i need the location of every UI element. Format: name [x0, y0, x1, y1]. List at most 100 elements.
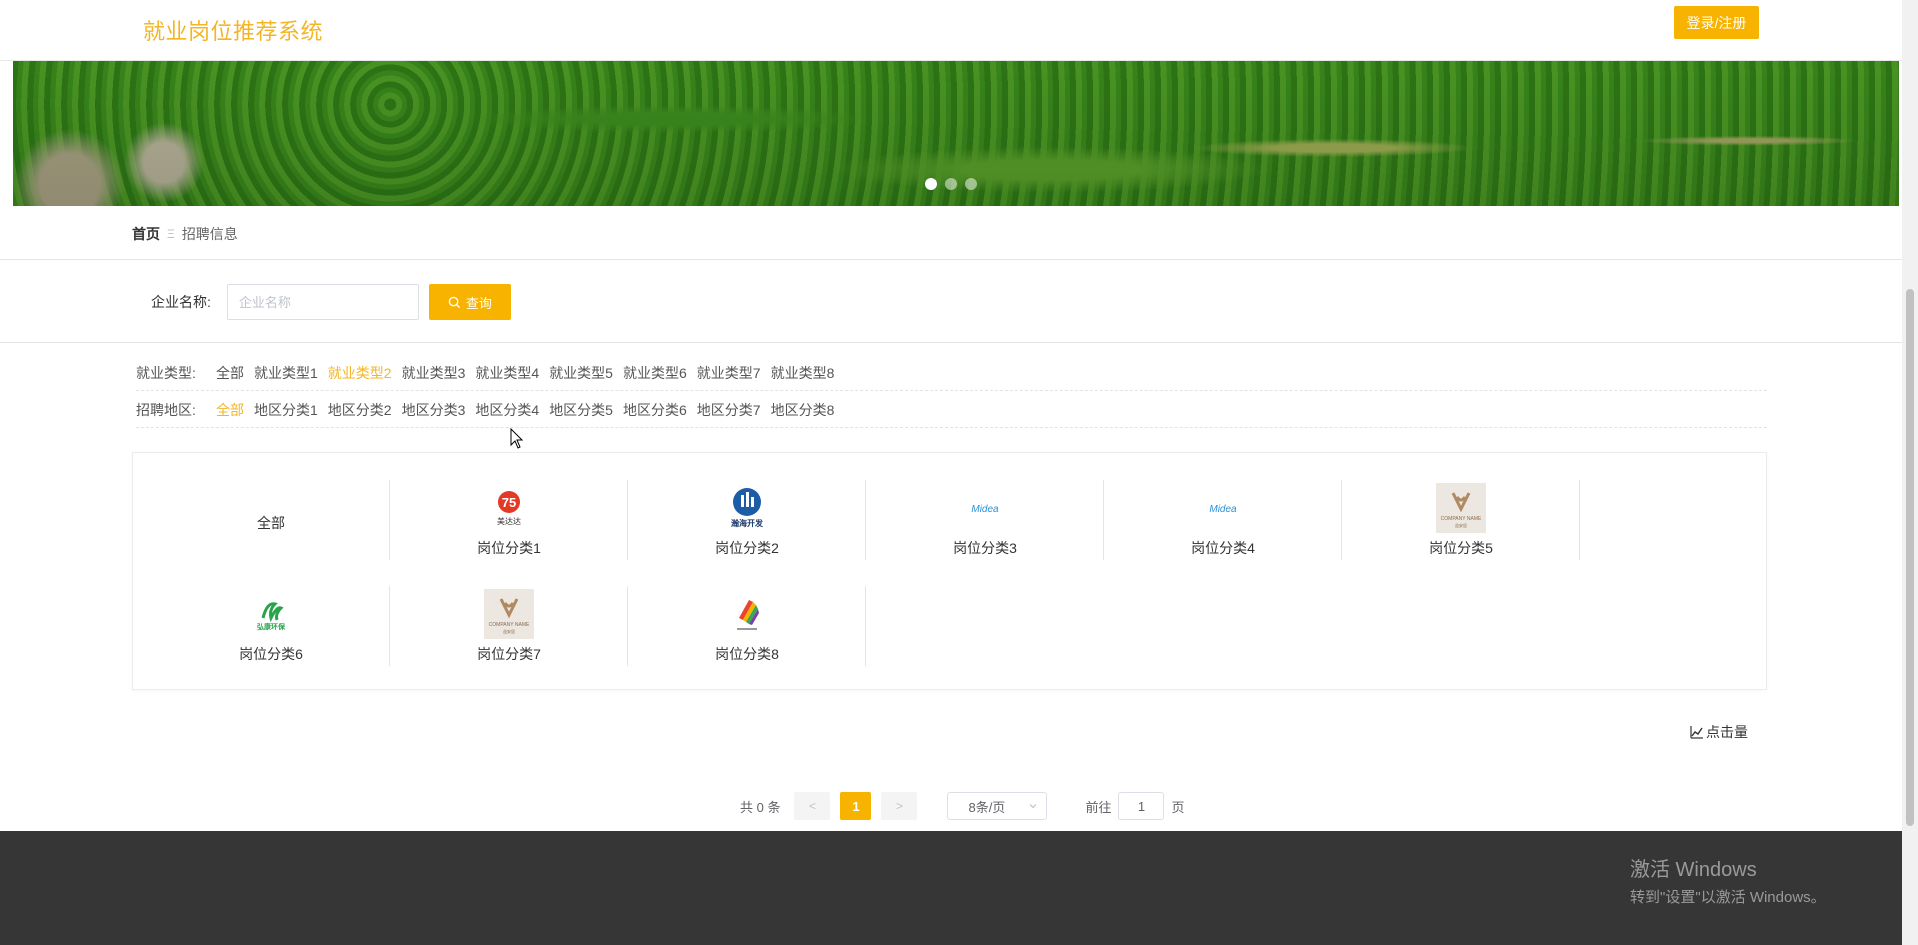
category-item[interactable]: Midea 岗位分类4 — [1104, 480, 1342, 560]
filter-option[interactable]: 就业类型7 — [697, 363, 761, 383]
svg-text:75: 75 — [502, 495, 516, 510]
carousel-dot-2[interactable] — [945, 178, 957, 190]
category-item[interactable]: COMPANY NAME 益安居 岗位分类7 — [390, 586, 628, 666]
midea-logo-icon: Midea — [959, 483, 1011, 533]
category-item-all[interactable]: 全部 — [152, 480, 390, 560]
watermark-title: 激活 Windows — [1630, 859, 1757, 881]
filter-option-selected[interactable]: 全部 — [216, 400, 244, 420]
chevron-down-icon — [1030, 804, 1037, 809]
category-name: 岗位分类2 — [715, 539, 779, 556]
svg-text:益安居: 益安居 — [503, 628, 515, 634]
category-item[interactable]: 瀚海开发 岗位分类2 — [628, 480, 866, 560]
filter-option[interactable]: 地区分类5 — [549, 400, 613, 420]
category-name: 岗位分类3 — [953, 539, 1017, 556]
filter-option[interactable]: 就业类型4 — [475, 363, 539, 383]
goto-page-input[interactable] — [1118, 792, 1165, 820]
filter-option[interactable]: 地区分类8 — [771, 400, 835, 420]
category-name: 岗位分类7 — [477, 645, 541, 662]
breadcrumb-current: 招聘信息 — [181, 226, 238, 242]
filter-option[interactable]: 地区分类3 — [402, 400, 466, 420]
search-button[interactable]: 查询 — [428, 284, 511, 320]
midea-logo-icon: Midea — [1197, 483, 1249, 533]
carousel-indicators — [925, 178, 977, 190]
svg-text:弘康环保: 弘康环保 — [257, 622, 286, 631]
scrollbar-thumb[interactable] — [1906, 289, 1914, 826]
filter-label: 就业类型: — [136, 364, 196, 381]
filter-option-selected[interactable]: 就业类型2 — [328, 363, 392, 383]
haohai-logo-icon: 瀚海开发 — [721, 483, 773, 533]
filter-option[interactable]: 地区分类2 — [328, 400, 392, 420]
site-header: 就业岗位推荐系统 登录/注册 — [0, 0, 1902, 61]
goto-suffix: 页 — [1171, 799, 1185, 815]
filter-option[interactable]: 就业类型1 — [254, 363, 318, 383]
filter-employment-type: 就业类型: 全部 就业类型1 就业类型2 就业类型3 就业类型4 就业类型5 就… — [136, 355, 1767, 391]
site-footer — [0, 831, 1902, 945]
windows-activation-watermark: 激活 Windows 转到"设置"以激活 Windows。 — [1630, 853, 1826, 907]
goto-label: 前往 — [1085, 799, 1112, 815]
breadcrumb-home[interactable]: 首页 — [132, 224, 160, 244]
category-item[interactable]: 岗位分类8 — [628, 586, 866, 666]
filter-option[interactable]: 就业类型6 — [623, 363, 687, 383]
filter-option[interactable]: 地区分类7 — [697, 400, 761, 420]
category-name: 岗位分类8 — [715, 645, 779, 662]
filter-option[interactable]: 就业类型8 — [771, 363, 835, 383]
category-name: 岗位分类5 — [1429, 539, 1493, 556]
pagination-total: 共 0 条 — [740, 799, 781, 815]
svg-text:COMPANY NAME: COMPANY NAME — [489, 622, 530, 628]
category-item[interactable]: Midea 岗位分类3 — [866, 480, 1104, 560]
filter-option[interactable]: 地区分类4 — [475, 400, 539, 420]
pagination: 共 0 条 < 1 > 8条/页 前往 页 — [740, 792, 1185, 820]
svg-text:益安居: 益安居 — [1455, 522, 1467, 528]
svg-text:瀚海开发: 瀚海开发 — [731, 518, 764, 528]
search-bar: 企业名称: 查询 — [151, 284, 511, 320]
sort-by-clicks-button[interactable]: 点击量 — [1690, 722, 1748, 742]
page: 就业岗位推荐系统 登录/注册 首页 Ξ 招聘信息 企业名称: 查询 就业类型: … — [0, 0, 1902, 945]
svg-text:美达达: 美达达 — [497, 516, 521, 526]
category-name: 岗位分类6 — [239, 645, 303, 662]
chart-icon — [1690, 726, 1703, 739]
category-item[interactable]: COMPANY NAME 益安居 岗位分类5 — [1342, 480, 1580, 560]
company-name-logo-icon: COMPANY NAME 益安居 — [1435, 482, 1487, 533]
login-register-button[interactable]: 登录/注册 — [1674, 6, 1759, 39]
page-size-value: 8条/页 — [968, 799, 1006, 815]
filter-region: 招聘地区: 全部 地区分类1 地区分类2 地区分类3 地区分类4 地区分类5 地… — [136, 392, 1767, 428]
next-page-button[interactable]: > — [881, 792, 918, 820]
prev-page-button[interactable]: < — [794, 792, 831, 820]
category-item[interactable]: 75 美达达 岗位分类1 — [390, 480, 628, 560]
sort-label: 点击量 — [1706, 724, 1748, 740]
category-name: 全部 — [257, 514, 285, 531]
page-number-current[interactable]: 1 — [840, 792, 872, 820]
site-title[interactable]: 就业岗位推荐系统 — [143, 14, 323, 46]
meidada-logo-icon: 75 美达达 — [483, 483, 535, 533]
company-name-logo-icon: COMPANY NAME 益安居 — [483, 588, 535, 639]
svg-text:Midea: Midea — [971, 504, 999, 515]
company-name-label: 企业名称: — [151, 294, 211, 310]
filter-option[interactable]: 地区分类1 — [254, 400, 318, 420]
page-size-select[interactable]: 8条/页 — [947, 792, 1048, 820]
filter-option[interactable]: 就业类型3 — [402, 363, 466, 383]
breadcrumb-separator: Ξ — [167, 227, 175, 241]
filter-label: 招聘地区: — [136, 401, 196, 418]
mouse-cursor-icon — [510, 428, 524, 449]
green-logo-icon: 弘康环保 — [245, 589, 297, 639]
breadcrumb: 首页 Ξ 招聘信息 — [132, 224, 238, 244]
carousel-dot-3[interactable] — [965, 178, 977, 190]
divider — [0, 342, 1902, 343]
filter-option-all[interactable]: 全部 — [216, 363, 244, 383]
colorful-logo-icon — [721, 589, 773, 639]
divider — [0, 259, 1902, 260]
page-scrollbar[interactable] — [1902, 0, 1918, 945]
category-name: 岗位分类4 — [1191, 539, 1255, 556]
job-category-grid: 全部 75 美达达 岗位分类1 瀚海开发 岗位分类2 Midea 岗位分类3 M… — [132, 452, 1767, 690]
banner-carousel[interactable] — [13, 61, 1899, 206]
filter-option[interactable]: 地区分类6 — [623, 400, 687, 420]
company-name-input[interactable] — [226, 284, 419, 320]
svg-text:COMPANY NAME: COMPANY NAME — [1441, 516, 1482, 522]
category-item[interactable]: 弘康环保 岗位分类6 — [152, 586, 390, 666]
watermark-subtitle: 转到"设置"以激活 Windows。 — [1630, 889, 1826, 906]
category-name: 岗位分类1 — [477, 539, 541, 556]
search-button-label: 查询 — [465, 295, 492, 311]
filter-option[interactable]: 就业类型5 — [549, 363, 613, 383]
carousel-dot-1[interactable] — [925, 178, 937, 190]
svg-text:Midea: Midea — [1209, 504, 1237, 515]
